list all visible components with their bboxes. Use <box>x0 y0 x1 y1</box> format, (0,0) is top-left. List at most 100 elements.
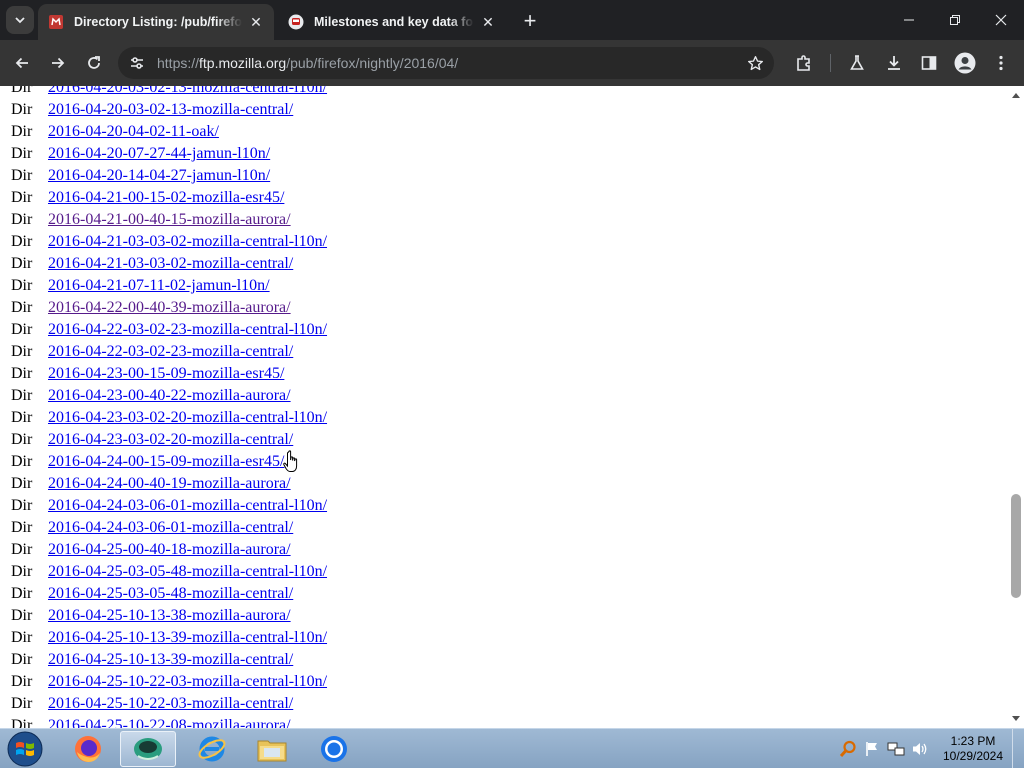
entry-type-label: Dir <box>11 86 33 96</box>
list-item: Dir 2016-04-20-03-02-13-mozilla-central-l… <box>0 86 327 99</box>
list-item: Dir 2016-04-21-03-03-02-mozilla-central-l… <box>0 231 327 253</box>
site-info-button[interactable] <box>126 52 148 74</box>
directory-link[interactable]: 2016-04-20-03-02-13-mozilla-central/ <box>48 101 293 118</box>
url-path: /pub/firefox/nightly/2016/04/ <box>286 55 459 71</box>
directory-link[interactable]: 2016-04-21-07-11-02-jamun-l10n/ <box>48 277 270 294</box>
directory-link[interactable]: 2016-04-25-10-13-39-mozilla-central/ <box>48 651 293 668</box>
address-bar[interactable]: https://ftp.mozilla.org/pub/firefox/nigh… <box>118 47 774 79</box>
url-scheme: https:// <box>157 55 200 71</box>
directory-link[interactable]: 2016-04-23-00-40-22-mozilla-aurora/ <box>48 387 291 404</box>
search-icon[interactable] <box>838 739 858 759</box>
directory-link[interactable]: 2016-04-25-10-13-38-mozilla-aurora/ <box>48 607 291 624</box>
tab-search-button[interactable] <box>6 6 34 34</box>
tab-title: Milestones and key data for Fi <box>314 15 474 29</box>
taskbar-app[interactable] <box>120 731 176 767</box>
directory-link[interactable]: 2016-04-25-10-13-39-mozilla-central-l10n… <box>48 629 327 646</box>
entry-type-label: Dir <box>11 343 33 360</box>
list-item: Dir 2016-04-21-07-11-02-jamun-l10n/ <box>0 275 327 297</box>
back-button[interactable] <box>7 48 37 78</box>
directory-link[interactable]: 2016-04-24-00-40-19-mozilla-aurora/ <box>48 475 291 492</box>
directory-link[interactable]: 2016-04-21-03-03-02-mozilla-central-l10n… <box>48 233 327 250</box>
show-desktop-button[interactable] <box>1012 729 1024 768</box>
directory-link[interactable]: 2016-04-20-03-02-13-mozilla-central-l10n… <box>48 86 327 96</box>
tune-icon <box>131 57 143 69</box>
vertical-scrollbar[interactable] <box>1008 86 1024 728</box>
directory-link[interactable]: 2016-04-22-03-02-23-mozilla-central/ <box>48 343 293 360</box>
directory-link[interactable]: 2016-04-20-04-02-11-oak/ <box>48 123 219 140</box>
side-panel-button[interactable] <box>914 48 944 78</box>
list-item: Dir 2016-04-20-03-02-13-mozilla-central/ <box>0 99 327 121</box>
labs-button[interactable] <box>842 48 872 78</box>
volume-icon[interactable] <box>910 739 930 759</box>
star-icon <box>747 55 763 70</box>
chevron-down-icon <box>15 17 25 24</box>
directory-link[interactable]: 2016-04-25-10-22-03-mozilla-central/ <box>48 695 293 712</box>
reload-icon <box>88 56 100 69</box>
directory-link[interactable]: 2016-04-20-07-27-44-jamun-l10n/ <box>48 145 270 162</box>
entry-type-label: Dir <box>11 255 33 272</box>
scrollbar-thumb[interactable] <box>1011 494 1021 598</box>
forward-button[interactable] <box>43 48 73 78</box>
directory-link[interactable]: 2016-04-24-00-15-09-mozilla-esr45/ <box>48 453 284 470</box>
taskbar-internet-explorer[interactable] <box>184 731 240 767</box>
side-panel-icon <box>921 56 937 70</box>
directory-link[interactable]: 2016-04-21-00-15-02-mozilla-esr45/ <box>48 189 284 206</box>
clock-time: 1:23 PM <box>950 734 996 748</box>
entry-type-label: Dir <box>11 651 33 668</box>
directory-link[interactable]: 2016-04-22-00-40-39-mozilla-aurora/ <box>48 299 291 316</box>
directory-link[interactable]: 2016-04-23-03-02-20-mozilla-central/ <box>48 431 293 448</box>
downloads-button[interactable] <box>879 48 909 78</box>
taskbar-firefox[interactable] <box>60 731 116 767</box>
start-button[interactable] <box>4 730 46 768</box>
flask-icon <box>850 55 864 70</box>
extensions-button[interactable] <box>789 48 819 78</box>
tab-milestones[interactable]: Milestones and key data for Fi ✕ <box>278 4 506 40</box>
entry-type-label: Dir <box>11 607 33 624</box>
entry-type-label: Dir <box>11 189 33 206</box>
url-text[interactable]: https://ftp.mozilla.org/pub/firefox/nigh… <box>157 55 458 71</box>
tab-directory-listing[interactable]: Directory Listing: /pub/firefox/ ✕ <box>38 4 274 40</box>
flag-icon[interactable] <box>862 739 882 759</box>
taskbar-file-explorer[interactable] <box>244 731 300 767</box>
close-tab-icon[interactable]: ✕ <box>480 14 496 30</box>
profile-button[interactable] <box>950 48 980 78</box>
scroll-up-arrow-icon[interactable] <box>1011 90 1021 100</box>
directory-link[interactable]: 2016-04-23-00-15-09-mozilla-esr45/ <box>48 365 284 382</box>
entry-type-label: Dir <box>11 431 33 448</box>
bookmark-button[interactable] <box>744 52 766 74</box>
directory-link[interactable]: 2016-04-24-03-06-01-mozilla-central-l10n… <box>48 497 327 514</box>
directory-link[interactable]: 2016-04-23-03-02-20-mozilla-central-l10n… <box>48 409 327 426</box>
directory-link[interactable]: 2016-04-25-03-05-48-mozilla-central-l10n… <box>48 563 327 580</box>
reload-button[interactable] <box>79 48 109 78</box>
directory-link[interactable]: 2016-04-25-00-40-18-mozilla-aurora/ <box>48 541 291 558</box>
directory-link[interactable]: 2016-04-24-03-06-01-mozilla-central/ <box>48 519 293 536</box>
system-clock[interactable]: 1:23 PM 10/29/2024 <box>940 734 1006 764</box>
list-item: Dir 2016-04-25-03-05-48-mozilla-central-l… <box>0 561 327 583</box>
tab-strip: Directory Listing: /pub/firefox/ ✕ Miles… <box>0 0 1024 40</box>
minimize-button[interactable] <box>886 0 932 40</box>
directory-link[interactable]: 2016-04-21-00-40-15-mozilla-aurora/ <box>48 211 291 228</box>
directory-link[interactable]: 2016-04-22-03-02-23-mozilla-central-l10n… <box>48 321 327 338</box>
directory-link[interactable]: 2016-04-20-14-04-27-jamun-l10n/ <box>48 167 270 184</box>
avatar-icon <box>954 52 976 74</box>
close-icon <box>995 14 1007 26</box>
directory-link[interactable]: 2016-04-25-10-22-08-mozilla-aurora/ <box>48 717 291 728</box>
entry-type-label: Dir <box>11 299 33 316</box>
close-window-button[interactable] <box>978 0 1024 40</box>
list-item: Dir 2016-04-21-00-40-15-mozilla-aurora/ <box>0 209 327 231</box>
directory-link[interactable]: 2016-04-25-10-22-03-mozilla-central-l10n… <box>48 673 327 690</box>
list-item: Dir 2016-04-22-00-40-39-mozilla-aurora/ <box>0 297 327 319</box>
scroll-down-arrow-icon[interactable] <box>1011 714 1021 724</box>
taskbar-chrome[interactable] <box>306 731 362 767</box>
list-item: Dir 2016-04-25-10-13-39-mozilla-central/ <box>0 649 327 671</box>
directory-link[interactable]: 2016-04-21-03-03-02-mozilla-central/ <box>48 255 293 272</box>
menu-button[interactable] <box>986 48 1016 78</box>
restore-button[interactable] <box>932 0 978 40</box>
entry-type-label: Dir <box>11 321 33 338</box>
list-item: Dir 2016-04-20-14-04-27-jamun-l10n/ <box>0 165 327 187</box>
entry-type-label: Dir <box>11 365 33 382</box>
close-tab-icon[interactable]: ✕ <box>248 14 264 30</box>
directory-link[interactable]: 2016-04-25-03-05-48-mozilla-central/ <box>48 585 293 602</box>
new-tab-button[interactable]: + <box>516 8 544 36</box>
network-icon[interactable] <box>886 739 906 759</box>
